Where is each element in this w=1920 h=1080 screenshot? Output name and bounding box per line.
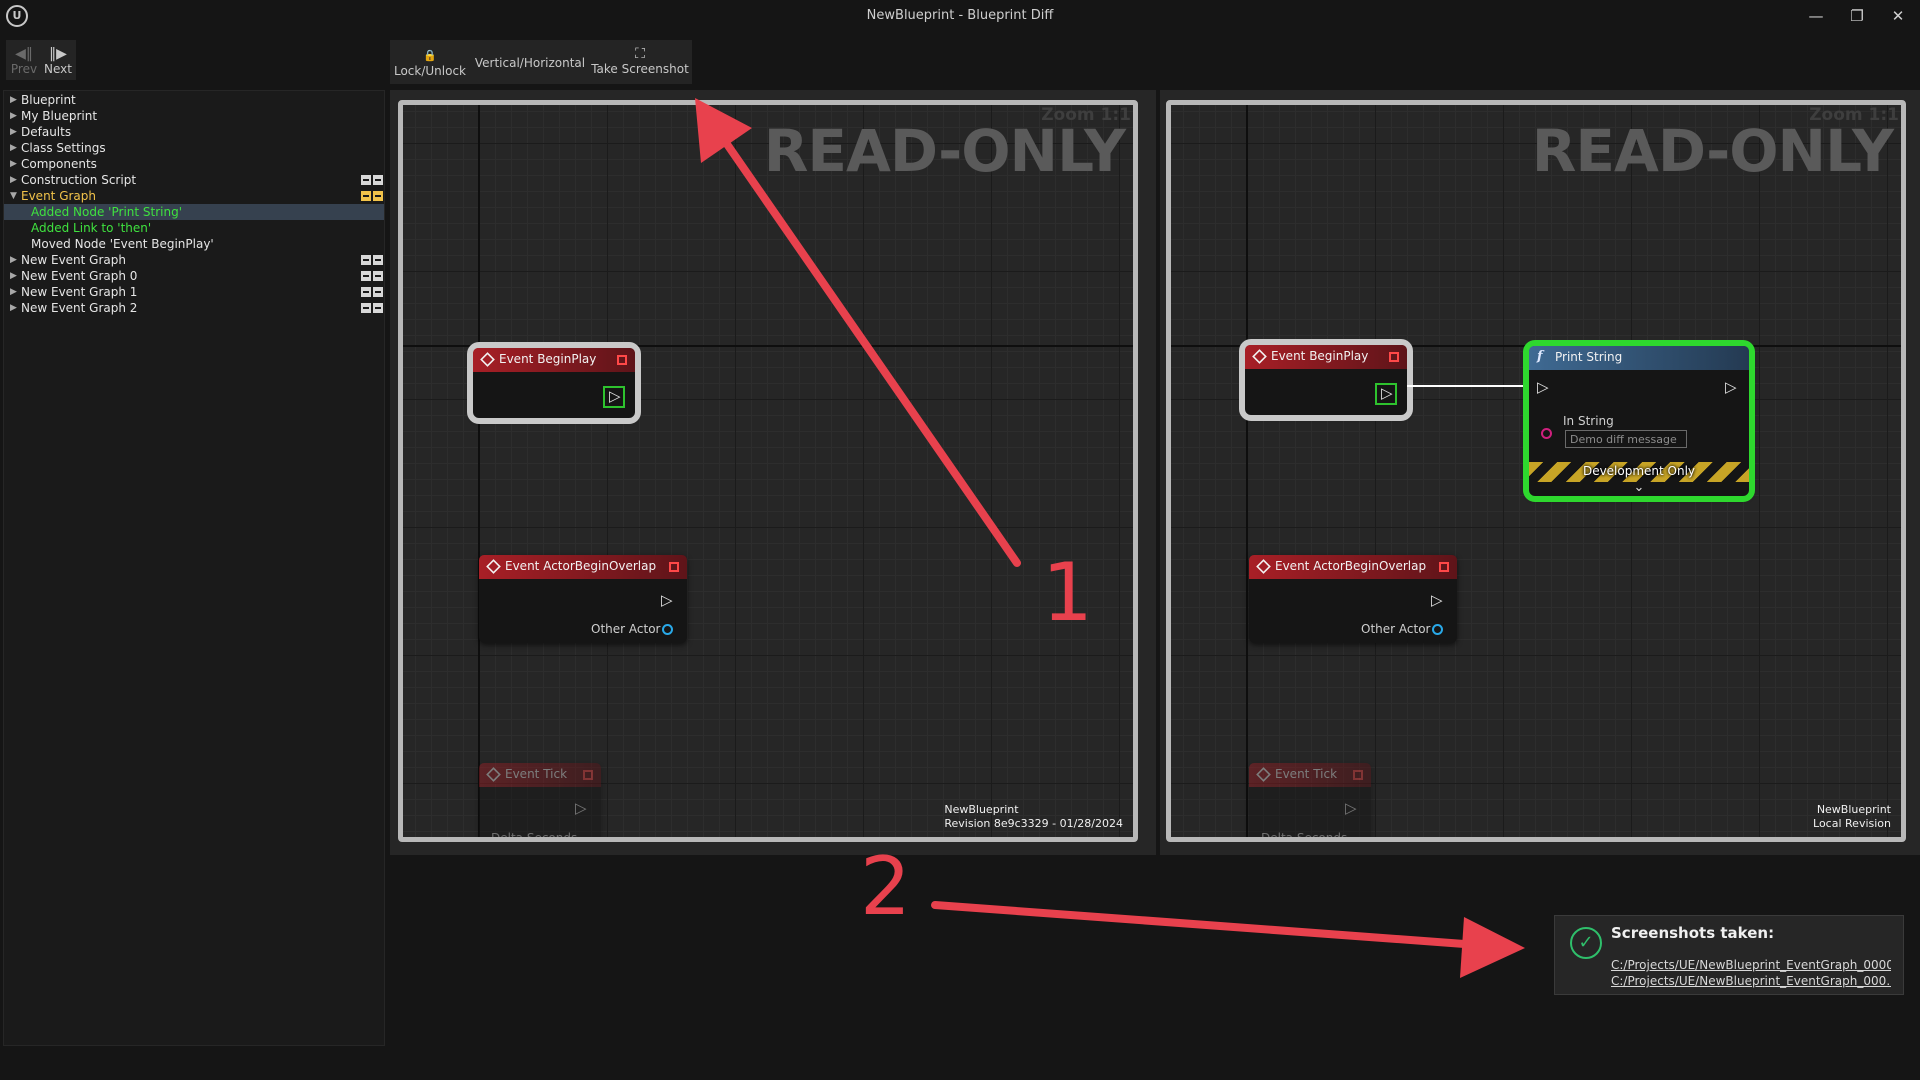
annotation-arrowhead-1 xyxy=(695,98,752,163)
annotation-label-2: 2 xyxy=(860,840,911,933)
annotation-arrows xyxy=(695,98,1525,978)
annotation-arrow-2 xyxy=(931,901,1482,949)
annotation-arrow-1 xyxy=(716,130,1021,567)
annotation-arrowhead-2 xyxy=(1460,917,1525,978)
annotation-label-1: 1 xyxy=(1042,546,1093,639)
